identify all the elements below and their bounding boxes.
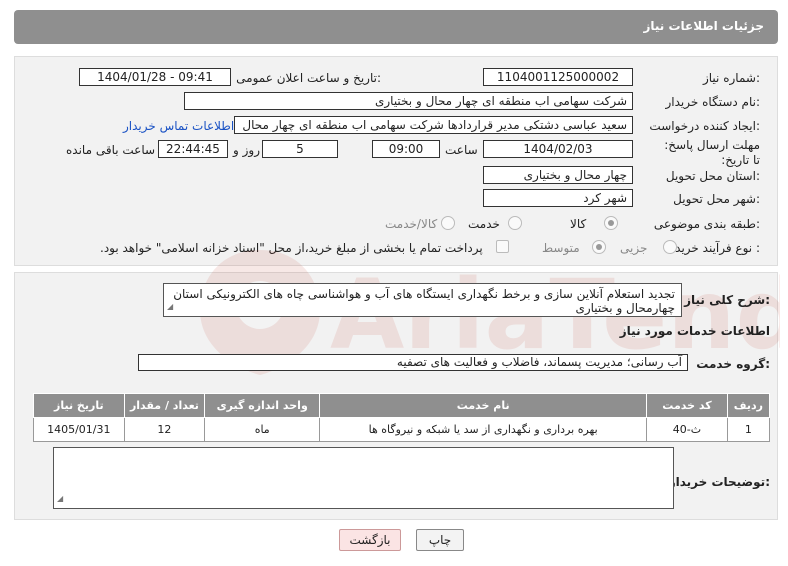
- cell-unit: ماه: [204, 417, 321, 442]
- table-header-row: ردیف کد خدمت نام خدمت واحد اندازه گیری ت…: [33, 393, 771, 418]
- resize-handle-icon[interactable]: ◢: [57, 492, 63, 506]
- col-service-name: نام خدمت: [319, 393, 648, 418]
- days-field: 5: [262, 140, 338, 158]
- process-medium-radio[interactable]: [592, 240, 606, 254]
- announce-label: تاریخ و ساعت اعلان عمومی:: [236, 71, 381, 85]
- category-goods-service-label: کالا/خدمت: [385, 217, 438, 231]
- page-title: جزئیات اطلاعات نیاز: [643, 19, 764, 33]
- buyer-label: نام دستگاه خریدار:: [665, 95, 761, 109]
- days-label: روز و: [233, 143, 260, 157]
- process-minor-label: جزیی: [620, 241, 648, 255]
- process-label: نوع فرآیند خرید :: [675, 241, 760, 255]
- buyer-field: شرکت سهامی اب منطقه ای چهار محال و بختیا…: [184, 92, 633, 110]
- need-number-field: 1104001125000002: [483, 68, 633, 86]
- category-service-label: خدمت: [468, 217, 500, 231]
- process-medium-label: متوسط: [542, 241, 580, 255]
- col-need-date: تاریخ نیاز: [33, 393, 125, 418]
- col-unit: واحد اندازه گیری: [204, 393, 321, 418]
- summary-text: تجدید استعلام آنلاین سازی و برخط نگهداری…: [173, 287, 675, 315]
- remaining-time-field: 22:44:45: [158, 140, 228, 158]
- city-label: شهر محل تحویل:: [673, 192, 760, 206]
- print-button[interactable]: چاپ: [416, 529, 464, 551]
- service-group-label: گروه خدمت:: [696, 357, 770, 371]
- category-goods-radio[interactable]: [604, 216, 618, 230]
- col-row: ردیف: [726, 393, 771, 418]
- cell-need-date: 1405/01/31: [33, 417, 125, 442]
- service-group-field: آب رسانی؛ مدیریت پسماند، فاضلاب و فعالیت…: [138, 354, 688, 371]
- need-number-label: شماره نیاز:: [702, 71, 760, 85]
- category-service-radio[interactable]: [508, 216, 522, 230]
- table-row: 1 ث-40 بهره برداری و نگهداری از سد یا شب…: [33, 417, 771, 442]
- back-button[interactable]: بازگشت: [339, 529, 401, 551]
- col-service-code: کد خدمت: [646, 393, 728, 418]
- summary-textarea[interactable]: تجدید استعلام آنلاین سازی و برخط نگهداری…: [163, 283, 682, 317]
- deadline-label: مهلت ارسال پاسخ: تا تاریخ:: [664, 138, 760, 167]
- category-goods-service-radio[interactable]: [441, 216, 455, 230]
- remaining-label: ساعت باقی مانده: [66, 143, 156, 157]
- cell-quantity: 12: [123, 417, 206, 442]
- category-goods-label: کالا: [570, 217, 587, 231]
- province-field: چهار محال و بختیاری: [483, 166, 633, 184]
- buyer-notes-textarea[interactable]: ◢: [53, 447, 674, 509]
- cell-service-code: ث-40: [646, 417, 728, 442]
- creator-label: ایجاد کننده درخواست:: [649, 119, 760, 133]
- buyer-notes-label: توضیحات خریدار:: [668, 475, 770, 489]
- category-label: طبقه بندی موضوعی:: [653, 217, 760, 231]
- col-quantity: تعداد / مقدار: [123, 393, 206, 418]
- services-title: اطلاعات خدمات مورد نیاز: [619, 324, 770, 338]
- cell-service-name: بهره برداری و نگهداری از سد یا شبکه و نی…: [319, 417, 648, 442]
- province-label: استان محل تحویل:: [665, 169, 760, 183]
- creator-field: سعید عباسی دشتکی مدیر قراردادها شرکت سها…: [234, 116, 633, 134]
- treasury-payment-checkbox[interactable]: [496, 240, 509, 253]
- cell-row: 1: [726, 417, 771, 442]
- services-table: ردیف کد خدمت نام خدمت واحد اندازه گیری ت…: [33, 393, 771, 442]
- time-label: ساعت: [445, 143, 478, 157]
- summary-label: شرح کلی نیاز:: [684, 293, 770, 307]
- resize-handle-icon[interactable]: ◢: [167, 300, 173, 314]
- page-header: جزئیات اطلاعات نیاز: [14, 10, 778, 44]
- payment-note: پرداخت تمام یا بخشی از مبلغ خرید،از محل …: [100, 241, 483, 255]
- deadline-time-field: 09:00: [372, 140, 440, 158]
- city-field: شهر کرد: [483, 189, 633, 207]
- deadline-date-field: 1404/02/03: [483, 140, 633, 158]
- announce-field: 1404/01/28 - 09:41: [79, 68, 231, 86]
- process-minor-radio[interactable]: [663, 240, 677, 254]
- contact-buyer-link[interactable]: اطلاعات تماس خریدار: [123, 118, 234, 134]
